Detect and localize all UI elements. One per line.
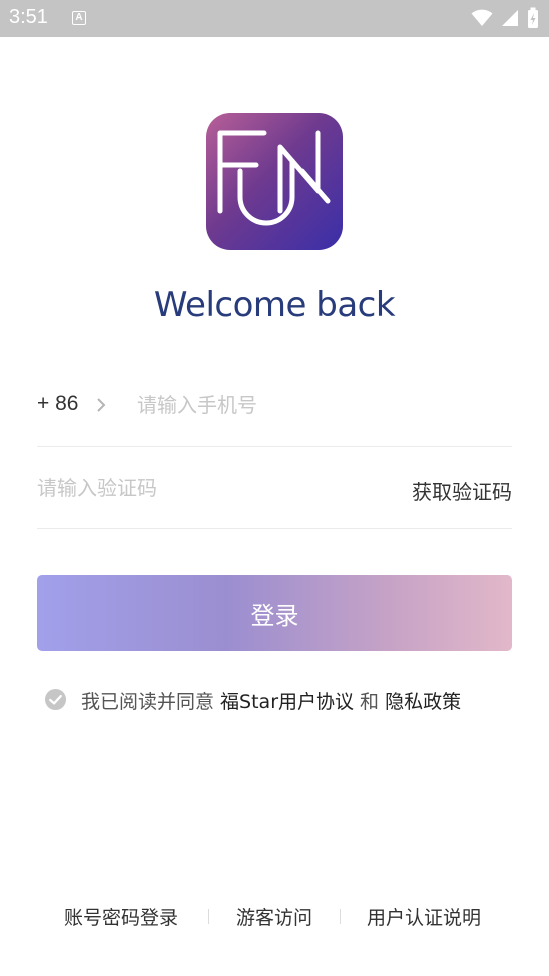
- verification-code-input[interactable]: [37, 467, 337, 509]
- link-divider: [208, 909, 209, 924]
- app-logo: [206, 113, 343, 250]
- country-code[interactable]: + 86: [37, 392, 78, 416]
- terms-link[interactable]: 福Star用户协议: [220, 691, 354, 713]
- check-circle-icon[interactable]: [44, 688, 67, 711]
- status-bar: 3:51 A: [0, 0, 549, 37]
- agreement-and: 和: [354, 691, 386, 713]
- cell-signal-icon: [502, 10, 518, 26]
- battery-charging-icon: [528, 7, 538, 28]
- login-button[interactable]: 登录: [37, 575, 512, 651]
- privacy-link[interactable]: 隐私政策: [385, 691, 461, 713]
- agreement-prefix: 我已阅读并同意: [81, 691, 221, 713]
- password-login-link[interactable]: 账号密码登录: [64, 903, 178, 930]
- get-code-button[interactable]: 获取验证码: [412, 476, 512, 505]
- bottom-links: 账号密码登录 游客访问 用户认证说明: [0, 903, 549, 929]
- fun-logo-icon: [217, 130, 331, 226]
- phone-row: + 86: [37, 366, 512, 447]
- guest-access-link[interactable]: 游客访问: [236, 903, 312, 930]
- code-row: 获取验证码: [37, 448, 512, 529]
- chevron-right-icon[interactable]: [95, 397, 107, 413]
- status-icons: [471, 7, 539, 29]
- notification-a-icon: A: [72, 11, 86, 25]
- status-time: 3:51: [9, 6, 48, 28]
- verification-info-link[interactable]: 用户认证说明: [367, 903, 481, 930]
- welcome-title: Welcome back: [153, 285, 396, 325]
- agreement-text: 我已阅读并同意 福Star用户协议 和 隐私政策: [81, 687, 461, 714]
- link-divider: [340, 909, 341, 924]
- wifi-icon: [471, 9, 493, 26]
- phone-input[interactable]: [137, 384, 507, 426]
